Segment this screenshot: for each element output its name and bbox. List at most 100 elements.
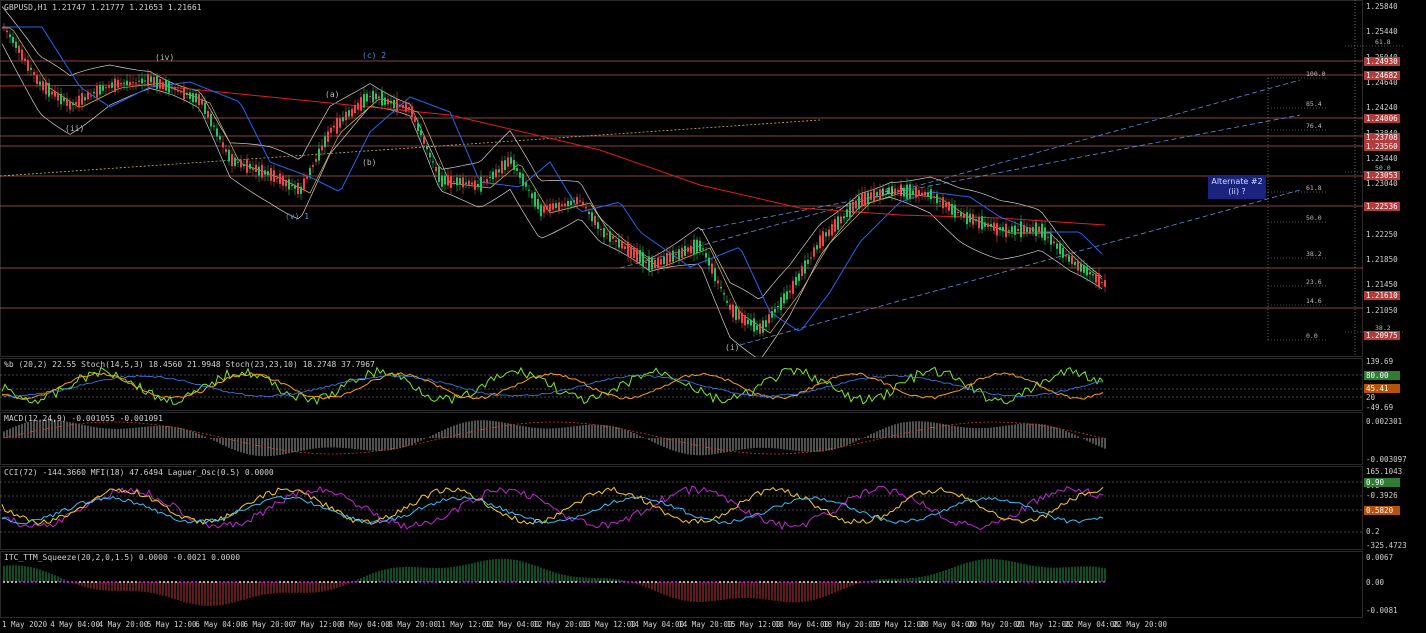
stoch-pane[interactable]: %b (20,2) 22.55 Stoch(14,5,3) 18.4560 21… <box>0 357 1426 412</box>
candle-body <box>93 91 95 94</box>
ttm-squeeze-dot <box>123 581 125 583</box>
candle-body <box>483 181 485 183</box>
candle-body <box>381 90 383 106</box>
candle-body <box>165 80 167 91</box>
cci-pane[interactable]: CCI(72) -144.3660 MFI(18) 47.6494 Laguer… <box>0 466 1426 550</box>
candle-body <box>474 180 476 190</box>
ttm-squeeze-dot <box>763 581 765 583</box>
cci-canvas[interactable] <box>0 466 1426 550</box>
ttm-squeeze-dot <box>583 581 585 583</box>
ttm-squeeze-dot <box>555 581 557 583</box>
ttm-squeeze-dot <box>1043 581 1045 583</box>
ttm-squeeze-dot <box>875 581 877 583</box>
ttm-squeeze-dot <box>631 581 633 583</box>
candle-body <box>765 320 767 328</box>
candle-body <box>201 98 203 105</box>
candle-body <box>699 240 701 252</box>
price-chart-pane[interactable]: GBPUSD,H1 1.21747 1.21777 1.21653 1.2166… <box>0 0 1426 357</box>
ttm-squeeze-dot <box>399 581 401 583</box>
candle-body <box>576 197 578 205</box>
ttm-squeeze-dot <box>571 581 573 583</box>
ttm-squeeze-dot <box>839 581 841 583</box>
ttm-squeeze-dot <box>1099 581 1101 583</box>
candle-body <box>105 87 107 89</box>
candle-body <box>282 175 284 186</box>
ttm-squeeze-dot <box>383 581 385 583</box>
cci-axis-label: 165.1043 <box>1366 467 1403 476</box>
ttm-squeeze-dot <box>87 581 89 583</box>
ttm-squeeze-dot <box>919 581 921 583</box>
ttm-squeeze-dot <box>627 581 629 583</box>
candle-body <box>849 203 851 218</box>
ttm-squeeze-dot <box>735 581 737 583</box>
candle-body <box>1050 234 1052 245</box>
ttm-squeeze-dot <box>979 581 981 583</box>
candle-body <box>102 85 104 91</box>
candle-body <box>972 214 974 225</box>
time-axis-label: 4 May 20:00 <box>98 620 149 629</box>
ttm-squeeze-dot <box>375 581 377 583</box>
candle-body <box>978 216 980 229</box>
candle-body <box>444 175 446 185</box>
ttm-squeeze-dot <box>351 581 353 583</box>
ttm-squeeze-dot <box>3 581 5 583</box>
candle-body <box>759 323 761 334</box>
fib-label: 50.0 <box>1306 214 1322 222</box>
candle-body <box>480 176 482 192</box>
candle-body <box>243 164 245 167</box>
candle-body <box>417 123 419 132</box>
candle-body <box>726 300 728 303</box>
ttm-squeeze-dot <box>495 581 497 583</box>
ttm-squeeze-dot <box>479 581 481 583</box>
candle-body <box>831 224 833 236</box>
candle-body <box>930 189 932 200</box>
candle-body <box>909 184 911 199</box>
candle-body <box>924 191 926 196</box>
wave-label: (i) <box>725 343 740 352</box>
candle-body <box>33 71 35 76</box>
candle-body <box>159 79 161 89</box>
candle-body <box>762 320 764 333</box>
candle-body <box>180 90 182 93</box>
macd-canvas[interactable] <box>0 412 1426 465</box>
ttm-squeeze-dot <box>171 581 173 583</box>
ttm-squeeze-dot <box>115 581 117 583</box>
ttm-squeeze-dot <box>199 581 201 583</box>
ttm-squeeze-dot <box>411 581 413 583</box>
ttm-pane[interactable]: ITC_TTM_Squeeze(20,2,0,1.5) 0.0000 -0.00… <box>0 551 1426 618</box>
ttm-squeeze-dot <box>575 581 577 583</box>
ttm-canvas[interactable] <box>0 551 1426 618</box>
ttm-squeeze-dot <box>699 581 701 583</box>
ttm-squeeze-dot <box>1003 581 1005 583</box>
candle-body <box>468 180 470 185</box>
candle-body <box>960 212 962 217</box>
ttm-squeeze-dot <box>179 581 181 583</box>
alternate-line1: Alternate #2 <box>1211 177 1263 186</box>
candle-body <box>540 204 542 217</box>
candle-body <box>702 248 704 250</box>
stoch-canvas[interactable] <box>0 358 1426 411</box>
price-axis-label: 1.25840 <box>1366 2 1398 11</box>
mfi-line <box>1 485 1104 531</box>
ttm-squeeze-dot <box>147 581 149 583</box>
candle-body <box>786 291 788 300</box>
ttm-squeeze-dot <box>955 581 957 583</box>
candle-body <box>141 78 143 84</box>
ttm-squeeze-dot <box>55 581 57 583</box>
macd-pane[interactable]: MACD(12,24,9) -0.001055 -0.001091 0.0023… <box>0 412 1426 465</box>
candle-body <box>300 186 302 194</box>
time-axis-label: 22 May 20:00 <box>1112 620 1168 629</box>
candle-body <box>162 82 164 90</box>
candle-body <box>57 93 59 101</box>
wave-label: (ii) <box>65 124 85 133</box>
ttm-squeeze-dot <box>719 581 721 583</box>
candle-body <box>279 173 281 184</box>
candle-body <box>441 175 443 187</box>
candle-body <box>708 257 710 266</box>
candle-body <box>219 135 221 140</box>
ttm-squeeze-dot <box>63 581 65 583</box>
candle-body <box>609 231 611 242</box>
candle-body <box>327 131 329 142</box>
ttm-squeeze-dot <box>599 581 601 583</box>
ttm-squeeze-dot <box>891 581 893 583</box>
